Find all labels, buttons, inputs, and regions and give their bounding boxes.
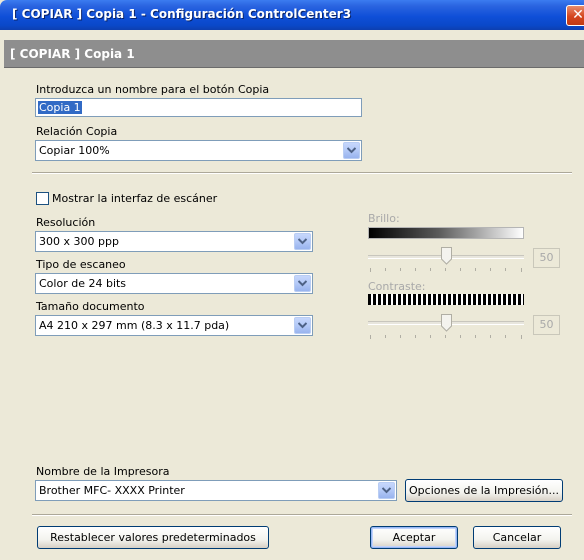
cancel-button[interactable]: Cancelar <box>473 526 561 549</box>
printer-select[interactable]: Brother MFC- XXXX Printer <box>35 480 397 501</box>
copy-ratio-value: Copiar 100% <box>39 144 110 157</box>
reset-defaults-button[interactable]: Restablecer valores predeterminados <box>37 526 269 549</box>
brightness-value-box[interactable]: 50 <box>533 248 560 268</box>
close-button[interactable]: ✕ <box>566 5 584 26</box>
chevron-down-icon[interactable] <box>294 275 311 292</box>
resolution-label: Resolución <box>36 216 96 229</box>
copy-ratio-select[interactable]: Copiar 100% <box>35 140 362 161</box>
chevron-down-icon[interactable] <box>294 317 311 334</box>
document-size-select[interactable]: A4 210 x 297 mm (8.3 x 11.7 pda) <box>35 315 313 336</box>
document-size-value: A4 210 x 297 mm (8.3 x 11.7 pda) <box>39 319 230 332</box>
resolution-value: 300 x 300 ppp <box>39 235 119 248</box>
document-size-label: Tamaño documento <box>36 300 145 313</box>
brightness-gradient <box>368 227 524 239</box>
brightness-label: Brillo: <box>368 212 400 225</box>
chevron-down-icon[interactable] <box>378 482 395 499</box>
copy-name-input[interactable]: Copia 1 <box>35 98 362 117</box>
scan-type-label: Tipo de escaneo <box>36 258 126 271</box>
contrast-value-box[interactable]: 50 <box>533 315 560 335</box>
header-title: [ COPIAR ] Copia 1 <box>10 47 135 61</box>
show-scanner-interface-label: Mostrar la interfaz de escáner <box>52 192 218 205</box>
ok-button[interactable]: Aceptar <box>370 526 458 549</box>
contrast-slider-thumb[interactable] <box>441 314 452 332</box>
contrast-slider-ticks <box>370 335 522 339</box>
header-band: [ COPIAR ] Copia 1 <box>4 40 584 68</box>
copy-name-value: Copia 1 <box>38 101 82 114</box>
scan-type-value: Color de 24 bits <box>39 277 127 290</box>
chevron-down-icon[interactable] <box>294 233 311 250</box>
contrast-label: Contraste: <box>368 280 426 293</box>
printer-value: Brother MFC- XXXX Printer <box>39 484 185 497</box>
copy-name-label: Introduzca un nombre para el botón Copia <box>36 83 270 96</box>
brightness-slider-ticks <box>370 268 522 272</box>
brightness-slider-thumb[interactable] <box>441 247 452 265</box>
chevron-down-icon[interactable] <box>343 142 360 159</box>
resolution-select[interactable]: 300 x 300 ppp <box>35 231 313 252</box>
copy-ratio-label: Relación Copia <box>36 125 118 138</box>
dialog-window: [ COPIAR ] Copia 1 - Configuración Contr… <box>0 0 584 560</box>
separator <box>32 514 572 516</box>
title-bar[interactable]: [ COPIAR ] Copia 1 - Configuración Contr… <box>0 0 584 30</box>
contrast-pattern <box>368 294 524 305</box>
scan-type-select[interactable]: Color de 24 bits <box>35 273 313 294</box>
settings-panel: Introduzca un nombre para el botón Copia… <box>8 72 580 556</box>
print-options-button[interactable]: Opciones de la Impresión... <box>405 479 563 502</box>
window-title: [ COPIAR ] Copia 1 - Configuración Contr… <box>12 7 352 21</box>
separator <box>32 172 572 174</box>
show-scanner-interface-checkbox[interactable] <box>36 192 49 205</box>
printer-name-label: Nombre de la Impresora <box>36 465 170 478</box>
close-icon: ✕ <box>572 7 584 23</box>
